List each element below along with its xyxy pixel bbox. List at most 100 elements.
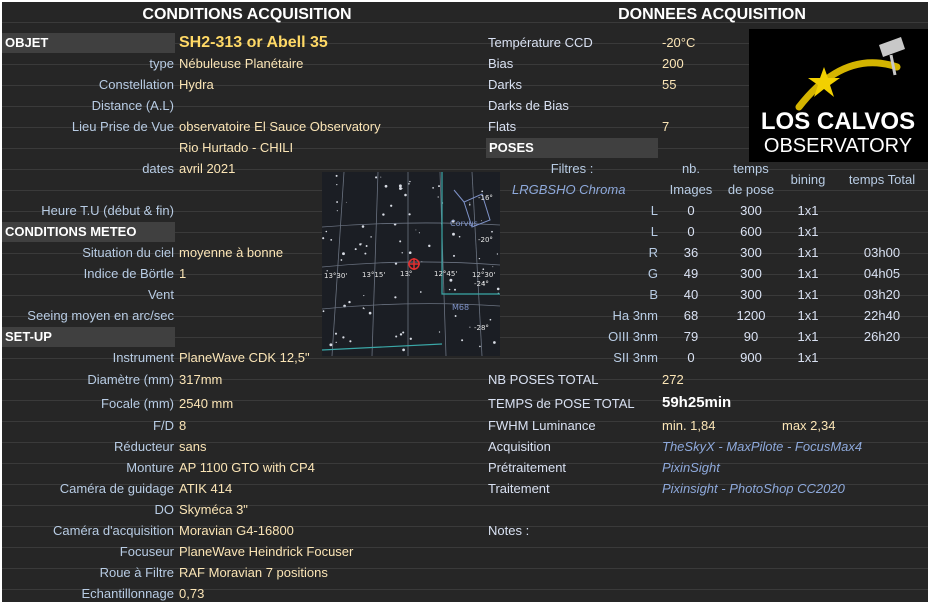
chart-star xyxy=(380,176,382,178)
section-objet: OBJET xyxy=(2,33,175,53)
pose-temps: 1200 xyxy=(736,308,766,323)
chart-star xyxy=(432,187,434,189)
chart-star xyxy=(496,287,500,291)
chart-star xyxy=(382,213,385,216)
target-cross xyxy=(408,258,420,270)
label-instrument: Instrument xyxy=(112,350,174,365)
chart-star xyxy=(363,295,365,297)
pose-total: 03h20 xyxy=(863,287,901,302)
chart-star xyxy=(418,232,420,234)
chart-star xyxy=(361,243,363,245)
target-marker-icon xyxy=(408,258,420,270)
chart-star xyxy=(359,243,362,246)
label-echantillonnage: Echantillonnage xyxy=(81,586,174,601)
ra-labels: 13°30' 13°15' 13° 12°45' 12°30' xyxy=(324,270,495,280)
value-lieu-2: Rio Hurtado - CHILI xyxy=(179,140,294,155)
object-name: SH2-313 or Abell 35 xyxy=(179,34,328,51)
chart-star xyxy=(402,348,405,352)
chart-star xyxy=(402,331,405,334)
value-focale: 2540 mm xyxy=(179,396,234,411)
pose-total: 04h05 xyxy=(863,266,901,281)
label-nb-poses-total: NB POSES TOTAL xyxy=(488,372,599,387)
label-traitement: Traitement xyxy=(488,481,550,496)
dec-line-3 xyxy=(322,303,500,310)
ra-label: 13° xyxy=(400,270,412,278)
col-temps-line1: temps xyxy=(733,161,769,176)
pose-temps: 300 xyxy=(740,266,762,281)
label-corvus: Corvus xyxy=(450,219,478,228)
label-constellation: Constellation xyxy=(98,77,174,92)
chart-star xyxy=(329,343,333,347)
chart-star xyxy=(469,326,471,328)
header-conditions: CONDITIONS ACQUISITION xyxy=(142,6,352,23)
chart-star xyxy=(496,253,499,255)
label-guidage: Caméra de guidage xyxy=(59,481,174,496)
pose-total: 22h40 xyxy=(863,308,901,323)
chart-star xyxy=(334,332,338,335)
value-pretraitement: PixinSight xyxy=(662,460,720,475)
value-focuseur: PlaneWave Heindrick Focuser xyxy=(179,544,354,559)
chart-star xyxy=(458,235,461,238)
chart-star xyxy=(401,252,403,254)
pose-nb: 79 xyxy=(683,329,699,344)
label-focuseur: Focuseur xyxy=(119,544,174,559)
value-do: Skyméca 3" xyxy=(179,502,248,517)
value-darks: 55 xyxy=(662,77,677,92)
logo-svg: LOS CALVOS OBSERVATORY xyxy=(761,37,915,157)
chart-star xyxy=(469,204,471,206)
chart-star xyxy=(482,268,485,271)
chart-star xyxy=(437,196,439,198)
label-acquisition: Acquisition xyxy=(488,439,551,454)
dec-label: -24° xyxy=(474,280,489,288)
logo-telescope-mount xyxy=(889,54,897,76)
pose-temps: 90 xyxy=(743,329,759,344)
pose-nb: 49 xyxy=(683,266,699,281)
chart-star xyxy=(438,331,441,333)
label-seeing: Seeing moyen en arc/sec xyxy=(27,308,174,323)
chart-star xyxy=(408,251,412,255)
pose-filter: R xyxy=(648,245,658,260)
chart-star xyxy=(361,225,365,228)
chart-star xyxy=(390,204,393,207)
pose-filter: B xyxy=(649,287,658,302)
chart-star xyxy=(395,335,398,338)
chart-star xyxy=(384,184,388,188)
value-bortle: 1 xyxy=(179,266,187,281)
pose-nb: 0 xyxy=(687,203,695,218)
label-distance: Distance (A.L) xyxy=(91,98,174,113)
label-roue: Roue à Filtre xyxy=(99,565,174,580)
label-monture: Monture xyxy=(126,460,174,475)
pose-bining: 1x1 xyxy=(797,203,819,218)
chart-star xyxy=(479,345,481,348)
label-vent: Vent xyxy=(147,287,174,302)
chart-star xyxy=(399,333,403,336)
corvus-line-2 xyxy=(453,189,465,203)
label-diametre: Diamètre (mm) xyxy=(87,372,174,387)
chart-star xyxy=(399,240,402,243)
value-ciel: moyenne à bonne xyxy=(179,245,284,260)
chart-star xyxy=(492,266,494,268)
ra-line-2 xyxy=(371,172,379,356)
value-bias: 200 xyxy=(662,56,684,71)
pose-bining: 1x1 xyxy=(797,287,819,302)
chart-star xyxy=(368,311,372,315)
boundary-line-2 xyxy=(322,343,443,351)
logo-line2: OBSERVATORY xyxy=(764,135,912,157)
pose-nb: 36 xyxy=(683,245,699,260)
label-flats: Flats xyxy=(488,119,517,134)
value-fwhm-min: min. 1,84 xyxy=(662,418,716,433)
value-camera: Moravian G4-16800 xyxy=(179,523,294,538)
pose-nb: 68 xyxy=(683,308,699,323)
chart-star xyxy=(449,278,453,282)
los-calvos-logo: LOS CALVOS OBSERVATORY xyxy=(749,29,928,162)
pose-filter: L xyxy=(650,203,658,218)
chart-star xyxy=(348,300,351,304)
value-echantillonnage: 0,73 xyxy=(179,586,205,601)
chart-star xyxy=(481,220,482,222)
chart-star xyxy=(454,315,457,317)
value-nb-poses-total: 272 xyxy=(662,372,684,387)
chart-star xyxy=(478,257,481,260)
ra-label: 13°30' xyxy=(324,272,347,280)
chart-star xyxy=(415,229,417,231)
pose-bining: 1x1 xyxy=(797,350,819,365)
